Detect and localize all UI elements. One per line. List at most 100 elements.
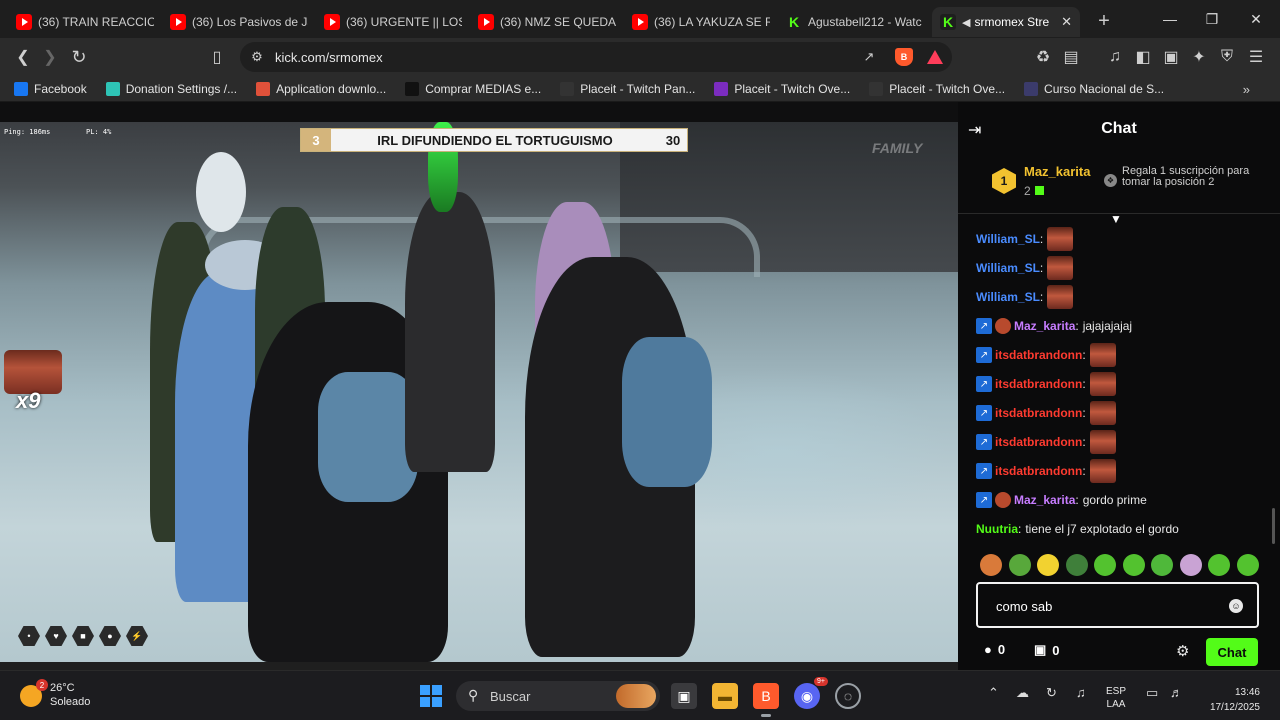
chat-message[interactable]: William_SL: bbox=[976, 226, 1074, 252]
reply-link-icon[interactable]: ↗ bbox=[976, 434, 992, 450]
microphone-icon[interactable]: ♫ bbox=[1076, 685, 1086, 700]
chat-message[interactable]: Nuutria: tiene el j7 explotado el gordo bbox=[976, 516, 1179, 542]
bookmark-item[interactable]: Curso Nacional de S... bbox=[1024, 81, 1164, 96]
bookmark-item[interactable]: Placeit - Twitch Pan... bbox=[560, 81, 695, 96]
emote-icon[interactable] bbox=[980, 554, 1002, 576]
menu-icon[interactable]: ☰ bbox=[1243, 44, 1269, 70]
emoji-picker-icon[interactable]: ☺ bbox=[1229, 599, 1243, 613]
close-tab-icon[interactable]: ✕ bbox=[1061, 14, 1072, 30]
reply-link-icon[interactable]: ↗ bbox=[976, 347, 992, 363]
chat-username[interactable]: itsdatbrandonn bbox=[995, 377, 1082, 391]
browser-tab[interactable]: (36) URGENTE || LOS I bbox=[316, 7, 470, 37]
video-player[interactable]: Ping: 186ms PL: 4% 3 IRL DIFUNDIENDO EL … bbox=[0, 122, 958, 662]
close-window-icon[interactable]: ✕ bbox=[1234, 0, 1278, 38]
brave-rewards-icon[interactable] bbox=[926, 48, 944, 66]
chat-username[interactable]: Nuutria bbox=[976, 522, 1018, 536]
top-gifter-pin[interactable]: 1 Maz_karita 2 ❖ Regala 1 suscripción pa… bbox=[958, 154, 1280, 214]
points-counter[interactable]: ● 0 bbox=[984, 642, 1005, 657]
gift-counter[interactable]: ▣ 0 bbox=[1034, 642, 1060, 658]
reply-link-icon[interactable]: ↗ bbox=[976, 463, 992, 479]
network-icon[interactable]: ▭ bbox=[1146, 685, 1158, 701]
bookmark-icon[interactable]: ▯ bbox=[204, 44, 230, 70]
vpn-icon[interactable]: ⛨ bbox=[1214, 44, 1240, 70]
gift-sub-cta[interactable]: Regala 1 suscripción para tomar la posic… bbox=[1122, 166, 1252, 188]
chat-username[interactable]: Maz_karita bbox=[1014, 319, 1075, 333]
emote-icon[interactable] bbox=[1179, 554, 1202, 576]
address-bar[interactable]: ⚙ kick.com/srmomex ↗ B bbox=[240, 42, 952, 72]
reply-link-icon[interactable]: ↗ bbox=[976, 492, 992, 508]
bookmark-item[interactable]: Placeit - Twitch Ove... bbox=[869, 81, 1005, 96]
extensions-icon[interactable]: ♻ bbox=[1030, 44, 1056, 70]
chat-message[interactable]: ↗ itsdatbrandonn: bbox=[976, 371, 1116, 397]
chat-message[interactable]: ↗ itsdatbrandonn: bbox=[976, 429, 1116, 455]
chat-input-box[interactable]: ☺ bbox=[976, 582, 1259, 628]
chat-message-input[interactable] bbox=[996, 596, 1216, 616]
minimize-icon[interactable]: — bbox=[1148, 0, 1192, 38]
browser-tab[interactable]: K Agustabell212 - Watc bbox=[778, 7, 932, 37]
chat-scrollbar[interactable] bbox=[1272, 508, 1275, 544]
emote-icon[interactable] bbox=[1151, 554, 1173, 576]
emote-icon[interactable] bbox=[1094, 554, 1116, 576]
wallet-icon[interactable]: ▣ bbox=[1158, 44, 1184, 70]
restore-icon[interactable]: ❐ bbox=[1190, 0, 1234, 38]
bookmark-item[interactable]: Application downlo... bbox=[256, 81, 386, 96]
emote-icon[interactable] bbox=[1236, 554, 1259, 576]
chat-username[interactable]: William_SL bbox=[976, 290, 1040, 304]
chat-settings-icon[interactable]: ⚙ bbox=[1176, 642, 1189, 660]
bookmark-item[interactable]: Facebook bbox=[14, 81, 87, 96]
sidebar-icon[interactable]: ◧ bbox=[1130, 44, 1156, 70]
reply-link-icon[interactable]: ↗ bbox=[976, 405, 992, 421]
share-icon[interactable]: ↗ bbox=[860, 48, 878, 66]
emote-icon[interactable] bbox=[1008, 554, 1031, 576]
bookmark-item[interactable]: Placeit - Twitch Ove... bbox=[714, 81, 850, 96]
browser-tab[interactable]: (36) Los Pasivos de Ja bbox=[162, 7, 316, 37]
pinned-username[interactable]: Maz_karita bbox=[1024, 164, 1090, 179]
file-explorer-icon[interactable]: ▬ bbox=[712, 683, 738, 709]
sync-icon[interactable]: ↻ bbox=[1046, 685, 1057, 701]
discord-icon[interactable]: ◉ 9+ bbox=[794, 677, 828, 709]
chat-message[interactable]: William_SL: bbox=[976, 284, 1074, 310]
browser-tab[interactable]: (36) NMZ SE QUEDAN bbox=[470, 7, 624, 37]
emote-icon[interactable] bbox=[1037, 554, 1059, 576]
brave-browser-icon[interactable]: B bbox=[753, 683, 779, 717]
browser-tab[interactable]: (36) LA YAKUZA SE R bbox=[624, 7, 778, 37]
speaker-icon[interactable]: ◀ bbox=[962, 16, 970, 29]
windows-start-icon[interactable] bbox=[420, 685, 442, 707]
new-tab-button[interactable]: + bbox=[1090, 7, 1118, 35]
language-indicator[interactable]: ESP LAA bbox=[1106, 685, 1126, 711]
expand-pinned-icon[interactable]: ▼ bbox=[1110, 212, 1122, 226]
bookmark-item[interactable]: Comprar MEDIAS e... bbox=[405, 81, 541, 96]
reload-icon[interactable]: ↻ bbox=[66, 44, 92, 70]
reply-link-icon[interactable]: ↗ bbox=[976, 376, 992, 392]
emote-icon[interactable] bbox=[1065, 554, 1088, 576]
chat-username[interactable]: William_SL bbox=[976, 261, 1040, 275]
bookmarks-overflow-icon[interactable]: » bbox=[1243, 82, 1250, 97]
reply-link-icon[interactable]: ↗ bbox=[976, 318, 992, 334]
chat-message[interactable]: ↗ itsdatbrandonn: bbox=[976, 342, 1116, 368]
task-view-icon[interactable]: ▣ bbox=[671, 683, 697, 709]
chat-username[interactable]: itsdatbrandonn bbox=[995, 464, 1082, 478]
bookmark-item[interactable]: Donation Settings /... bbox=[105, 81, 237, 96]
leo-ai-icon[interactable]: ✦ bbox=[1186, 44, 1212, 70]
browser-tab[interactable]: (36) TRAIN REACCION bbox=[8, 7, 162, 37]
send-chat-button[interactable]: Chat bbox=[1206, 638, 1258, 666]
browser-tab[interactable]: K ◀ srmomex Stre ✕ bbox=[932, 7, 1080, 37]
chat-username[interactable]: itsdatbrandonn bbox=[995, 348, 1082, 362]
emote-icon[interactable] bbox=[1122, 554, 1145, 576]
obs-icon[interactable]: ◌ bbox=[835, 683, 861, 709]
chat-message[interactable]: ↗ Maz_karita: gordo prime bbox=[976, 487, 1147, 513]
chat-message[interactable]: ↗ itsdatbrandonn: bbox=[976, 458, 1116, 484]
chat-username[interactable]: William_SL bbox=[976, 232, 1040, 246]
brave-shields-icon[interactable]: B bbox=[895, 48, 913, 66]
site-info-icon[interactable]: ⚙ bbox=[248, 48, 266, 66]
forward-icon[interactable]: ❯ bbox=[37, 44, 63, 70]
chat-message[interactable]: ↗ itsdatbrandonn: bbox=[976, 400, 1116, 426]
chat-username[interactable]: Maz_karita bbox=[1014, 493, 1075, 507]
taskbar-search[interactable]: ⚲ Buscar bbox=[456, 681, 660, 711]
back-icon[interactable]: ❮ bbox=[10, 44, 36, 70]
emote-icon[interactable] bbox=[1208, 554, 1230, 576]
chat-message[interactable]: ↗ Maz_karita: jajajajajaj bbox=[976, 313, 1132, 339]
weather-widget[interactable]: 2 26°C Soleado bbox=[20, 679, 90, 709]
cloud-icon[interactable]: ☁ bbox=[1016, 685, 1029, 701]
volume-icon[interactable]: ♬ bbox=[1170, 685, 1183, 700]
